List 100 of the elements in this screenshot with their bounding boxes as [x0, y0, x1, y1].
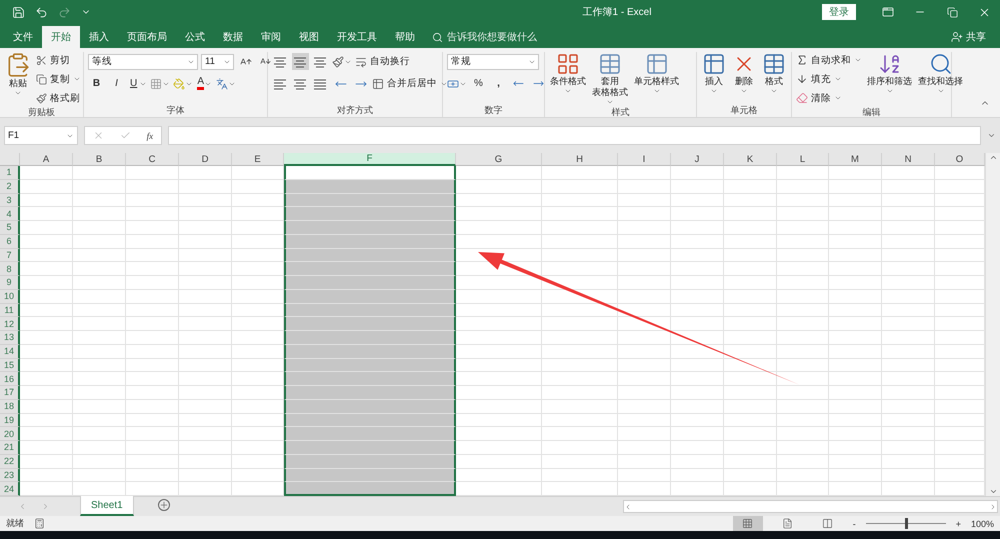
formula-input[interactable] [168, 126, 981, 145]
name-box[interactable]: F1 [4, 126, 78, 145]
cells-button[interactable]: 插入 [701, 52, 727, 104]
select-all-corner[interactable] [0, 153, 20, 166]
zoom-out-button[interactable]: - [852, 518, 856, 528]
highlighted-cell[interactable] [284, 248, 456, 262]
row-header[interactable]: 22 [0, 454, 20, 468]
column-header[interactable]: O [935, 153, 985, 166]
clipboard-command[interactable]: 格式刷 [36, 90, 81, 106]
highlighted-cell[interactable] [284, 344, 456, 358]
highlighted-cell[interactable] [284, 317, 456, 331]
ribbon-tab[interactable]: 开发工具 [328, 26, 386, 48]
sign-in-button[interactable]: 登录 [822, 4, 856, 20]
row-header[interactable]: 21 [0, 441, 20, 455]
row-header[interactable]: 3 [0, 194, 20, 208]
row-header[interactable]: 20 [0, 427, 20, 441]
row-header[interactable]: 6 [0, 234, 20, 248]
number-format-field[interactable]: 常规 [447, 54, 539, 70]
row-header[interactable]: 4 [0, 207, 20, 221]
ribbon-tab[interactable]: 开始 [42, 26, 80, 48]
column-header[interactable]: L [777, 153, 829, 166]
comma-button[interactable]: , [490, 75, 507, 92]
ribbon-tab[interactable]: 文件 [4, 26, 42, 48]
underline-button[interactable]: U [128, 75, 148, 92]
row-header[interactable]: 7 [0, 248, 20, 262]
grid-cell[interactable] [284, 166, 456, 180]
column-header[interactable]: A [20, 153, 73, 166]
style-button[interactable]: 套用 表格格式 [591, 52, 629, 106]
highlighted-cell[interactable] [284, 207, 456, 221]
highlighted-cell[interactable] [284, 427, 456, 441]
style-button[interactable]: 单元格样式 [633, 52, 680, 106]
cells-button[interactable]: 删除 [731, 52, 757, 104]
row-header[interactable]: 14 [0, 344, 20, 358]
ribbon-tab[interactable]: 审阅 [252, 26, 290, 48]
row-header[interactable]: 16 [0, 372, 20, 386]
highlighted-cell[interactable] [284, 468, 456, 482]
clipboard-command[interactable]: 剪切 [36, 52, 81, 68]
highlighted-cell[interactable] [284, 400, 456, 414]
highlighted-cell[interactable] [284, 414, 456, 428]
column-header[interactable]: F [284, 153, 456, 166]
zoom-in-button[interactable]: + [956, 518, 961, 528]
share-button[interactable]: 共享 [951, 26, 986, 48]
row-header[interactable]: 1 [0, 166, 20, 180]
highlighted-cell[interactable] [284, 441, 456, 455]
column-header[interactable]: E [232, 153, 284, 166]
column-header[interactable]: H [542, 153, 618, 166]
row-header[interactable]: 10 [0, 290, 20, 304]
ribbon-tab[interactable]: 数据 [214, 26, 252, 48]
vertical-align-button[interactable] [292, 53, 309, 70]
row-header[interactable]: 2 [0, 180, 20, 194]
ribbon-tab[interactable]: 插入 [80, 26, 118, 48]
insert-function-button[interactable]: fx [146, 130, 154, 140]
highlighted-cell[interactable] [284, 386, 456, 400]
paste-button[interactable]: 粘贴 [4, 52, 32, 106]
ribbon-tab[interactable]: 公式 [176, 26, 214, 48]
style-button[interactable]: 条件格式 [549, 52, 587, 106]
horizontal-scrollbar[interactable] [623, 500, 998, 513]
highlighted-cell[interactable] [284, 290, 456, 304]
column-header[interactable]: D [179, 153, 232, 166]
row-header[interactable]: 5 [0, 221, 20, 235]
column-header[interactable]: B [73, 153, 126, 166]
ribbon-tab[interactable]: 视图 [290, 26, 328, 48]
row-header[interactable]: 12 [0, 317, 20, 331]
column-header[interactable]: N [882, 153, 935, 166]
row-header[interactable]: 23 [0, 468, 20, 482]
highlighted-cell[interactable] [284, 304, 456, 318]
highlighted-cell[interactable] [284, 180, 456, 194]
italic-button[interactable]: I [108, 75, 125, 92]
highlighted-cell[interactable] [284, 234, 456, 248]
column-header[interactable]: G [456, 153, 542, 166]
font-size-field[interactable]: 11 [201, 54, 234, 70]
row-header[interactable]: 24 [0, 482, 20, 496]
highlighted-cell[interactable] [284, 482, 456, 496]
tell-me-field[interactable]: 告诉我你想要做什么 [432, 26, 537, 48]
row-header[interactable]: 9 [0, 276, 20, 290]
highlighted-cell[interactable] [284, 372, 456, 386]
column-header[interactable]: M [829, 153, 882, 166]
column-header[interactable]: K [724, 153, 777, 166]
highlighted-cell[interactable] [284, 194, 456, 208]
highlighted-cell[interactable] [284, 358, 456, 372]
row-header[interactable]: 11 [0, 304, 20, 318]
highlighted-cell[interactable] [284, 276, 456, 290]
row-header[interactable]: 15 [0, 358, 20, 372]
cells-button[interactable]: 格式 [761, 52, 787, 104]
highlighted-cell[interactable] [284, 262, 456, 276]
font-name-field[interactable]: 等线 [88, 54, 198, 70]
row-header[interactable]: 18 [0, 400, 20, 414]
bold-button[interactable]: B [88, 75, 105, 92]
row-header[interactable]: 19 [0, 414, 20, 428]
zoom-thumb[interactable] [904, 518, 908, 529]
ribbon-tab[interactable]: 帮助 [386, 26, 424, 48]
column-header[interactable]: J [671, 153, 724, 166]
clipboard-command[interactable]: 复制 [36, 71, 81, 87]
percent-button[interactable]: % [470, 75, 487, 92]
highlighted-cell[interactable] [284, 331, 456, 345]
editing-command[interactable]: 清除 [796, 90, 862, 106]
row-header[interactable]: 13 [0, 331, 20, 345]
view-button[interactable] [732, 516, 763, 531]
editing-button[interactable]: 排序和筛选 [866, 52, 913, 106]
highlighted-cell[interactable] [284, 454, 456, 468]
